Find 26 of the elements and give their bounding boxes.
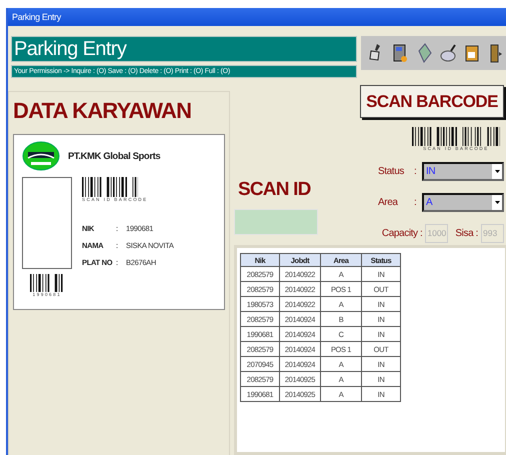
field-label: Status [378,166,405,176]
scan-id-field[interactable] [234,209,318,235]
page-title: Parking Entry [11,36,357,62]
document-icon [416,43,432,63]
barcode-icon [412,127,500,146]
field-separator: : [414,166,418,176]
section-heading: DATA KARYAWAN [13,98,192,124]
scan-id-heading: SCAN ID [238,179,312,201]
scan-barcode-button[interactable]: SCAN BARCODE [360,85,504,118]
box-icon [464,43,480,63]
barcode-icon [30,274,64,292]
barcode-icon [82,177,138,197]
window-title: Parking Entry [8,8,506,26]
search-icon [440,43,456,63]
caret-icon [494,200,500,204]
dropdown[interactable]: A [422,192,504,212]
field-label: Sisa : [455,228,478,238]
field-separator: : [414,196,418,208]
company-name: PT.KMK Global Sports [68,150,160,162]
company-logo [22,141,60,171]
dropdown[interactable]: IN [422,162,504,180]
field-label: Area [378,196,399,208]
machine-icon [392,43,408,63]
door-icon [490,43,502,63]
field-label: Capacity : [382,228,422,238]
caret-icon [494,170,500,172]
